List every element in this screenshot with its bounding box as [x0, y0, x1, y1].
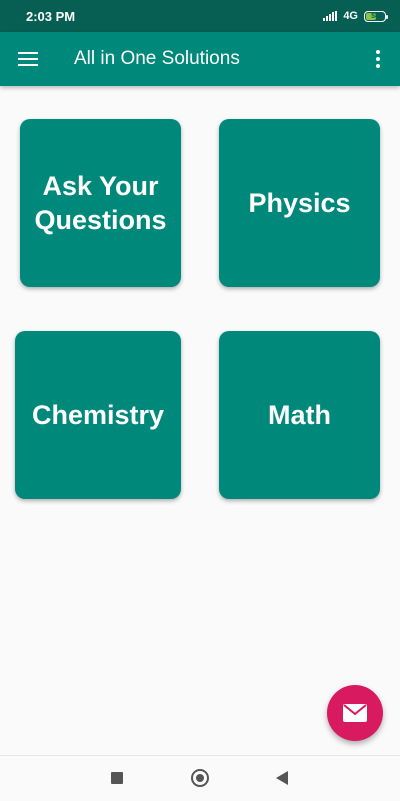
network-type: 4G	[343, 10, 358, 22]
tile-label: Math	[268, 400, 331, 430]
recents-icon[interactable]	[111, 772, 123, 784]
tile-math[interactable]: Math	[219, 331, 380, 499]
status-icons: 4G 58	[323, 10, 388, 22]
home-icon[interactable]	[191, 769, 209, 787]
more-vertical-icon[interactable]	[366, 47, 390, 71]
signal-icon	[323, 11, 338, 21]
hamburger-menu-icon[interactable]	[18, 50, 42, 68]
tile-ask-your-questions[interactable]: Ask Your Questions	[20, 119, 181, 287]
mail-icon	[343, 704, 367, 722]
tile-label: Ask Your Questions	[34, 171, 167, 235]
status-bar: 2:03 PM 4G 58	[0, 0, 400, 32]
tile-chemistry[interactable]: Chemistry	[15, 331, 181, 499]
battery-level: 58	[371, 12, 379, 20]
app-bar: All in One Solutions	[0, 32, 400, 86]
battery-icon: 58	[364, 10, 388, 22]
back-icon[interactable]	[276, 771, 288, 785]
app-title: All in One Solutions	[74, 48, 240, 69]
system-nav-bar	[0, 755, 400, 801]
mail-fab-button[interactable]	[327, 685, 383, 741]
tile-physics[interactable]: Physics	[219, 119, 380, 287]
status-time: 2:03 PM	[26, 8, 76, 24]
tile-label: Physics	[248, 188, 351, 218]
tile-label: Chemistry	[31, 400, 165, 430]
battery-nub	[386, 14, 388, 19]
